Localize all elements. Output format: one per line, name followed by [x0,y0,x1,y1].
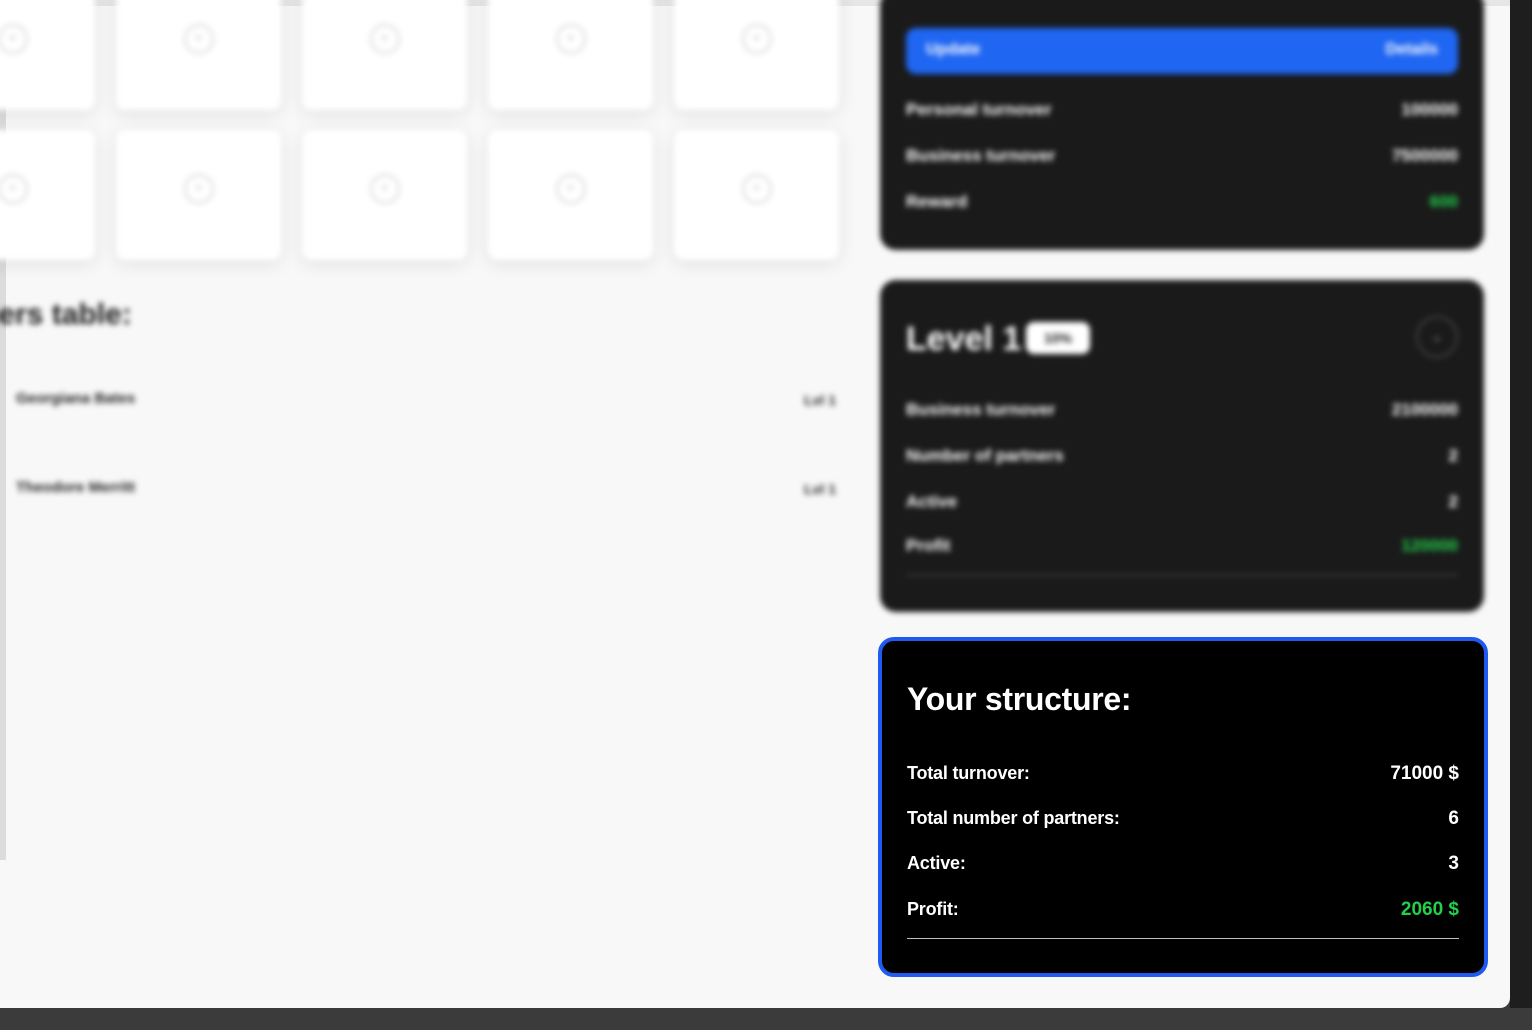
active-label: Active: [907,853,966,873]
profit-value: 2060 $ [1400,899,1459,920]
update-label: Update [926,41,981,58]
row-value: 100000 [1401,100,1458,119]
left-edge [0,0,6,860]
row-value: 120000 [1401,536,1458,555]
total-turnover-row: Total turnover: 71000 $ [907,763,1459,791]
profit-label: Profit: [907,899,959,919]
total-turnover-label: Total turnover: [907,763,1030,783]
level-business-turnover-row: Business turnover 2100000 [906,400,1458,424]
row-value: 2 [1448,446,1458,465]
empty-slot[interactable]: + [302,130,467,260]
row-label: Business turnover [906,400,1056,419]
partner-name: Georgiana Bates [16,390,136,407]
active-value: 3 [1448,853,1459,874]
level-partners-row: Number of partners 2 [906,446,1458,470]
partner-name: Theodore Merritt [16,479,136,496]
add-icon: + [0,174,28,204]
total-partners-value: 6 [1448,808,1459,829]
empty-slot[interactable]: + [488,130,653,260]
row-value: 600 [1429,192,1458,211]
profit-row: Profit: 2060 $ [907,899,1459,927]
add-icon: + [183,24,214,54]
total-partners-row: Total number of partners: 6 [907,808,1459,836]
total-turnover-value: 71000 $ [1390,763,1459,784]
divider [907,938,1459,939]
chevron-down-icon[interactable]: ⌄ [1416,316,1458,358]
summary-card: Update Details Personal turnover 100000 … [880,0,1484,250]
row-label: Personal turnover [906,100,1052,119]
row-label: Active [906,492,958,511]
empty-slot[interactable]: + [116,0,281,110]
add-icon: + [0,24,28,54]
total-partners-label: Total number of partners: [907,808,1120,828]
window-edge [1510,0,1532,1030]
business-turnover-row: Business turnover 7500000 [906,146,1458,170]
row-label: Number of partners [906,446,1064,465]
details-label: Details [1385,41,1438,58]
empty-slot[interactable]: + [302,0,467,110]
add-icon: + [741,174,772,204]
partner-level: Lvl 1 [804,481,836,497]
divider [906,574,1458,576]
add-icon: + [183,174,214,204]
reward-row: Reward 600 [906,192,1458,216]
table-row[interactable]: Theodore Merritt Lvl 1 [16,479,836,509]
add-icon: + [369,174,400,204]
add-icon: + [555,24,586,54]
page: + + + + + + + + + + ners table: Georgian… [0,0,1510,1008]
active-row: Active: 3 [907,853,1459,881]
row-label: Business turnover [906,146,1056,165]
level-profit-row: Profit 120000 [906,536,1458,560]
partner-level: Lvl 1 [804,392,836,408]
row-label: Profit [906,536,951,555]
structure-title: Your structure: [907,681,1132,717]
level-title: Level 1 [906,320,1022,358]
empty-slot[interactable]: + [488,0,653,110]
add-icon: + [741,24,772,54]
personal-turnover-row: Personal turnover 100000 [906,100,1458,124]
add-icon: + [555,174,586,204]
partners-table-title: ners table: [0,298,132,331]
level-percent-badge: 10% [1026,322,1090,354]
update-button[interactable]: Update Details [906,28,1458,74]
row-value: 7500000 [1391,146,1458,165]
row-value: 2100000 [1391,400,1458,419]
row-label: Reward [906,192,968,211]
empty-slot[interactable]: + [0,0,95,110]
empty-slot[interactable]: + [674,0,839,110]
empty-slot[interactable]: + [0,130,95,260]
structure-card[interactable]: Your structure: Total turnover: 71000 $ … [878,637,1488,977]
empty-slot[interactable]: + [116,130,281,260]
level-active-row: Active 2 [906,492,1458,516]
bottom-bar [0,1008,1532,1030]
empty-slot[interactable]: + [674,130,839,260]
table-row[interactable]: Georgiana Bates Lvl 1 [16,390,836,420]
add-icon: + [369,24,400,54]
level-card: Level 1 10% ⌄ Business turnover 2100000 … [880,280,1484,612]
row-value: 2 [1448,492,1458,511]
